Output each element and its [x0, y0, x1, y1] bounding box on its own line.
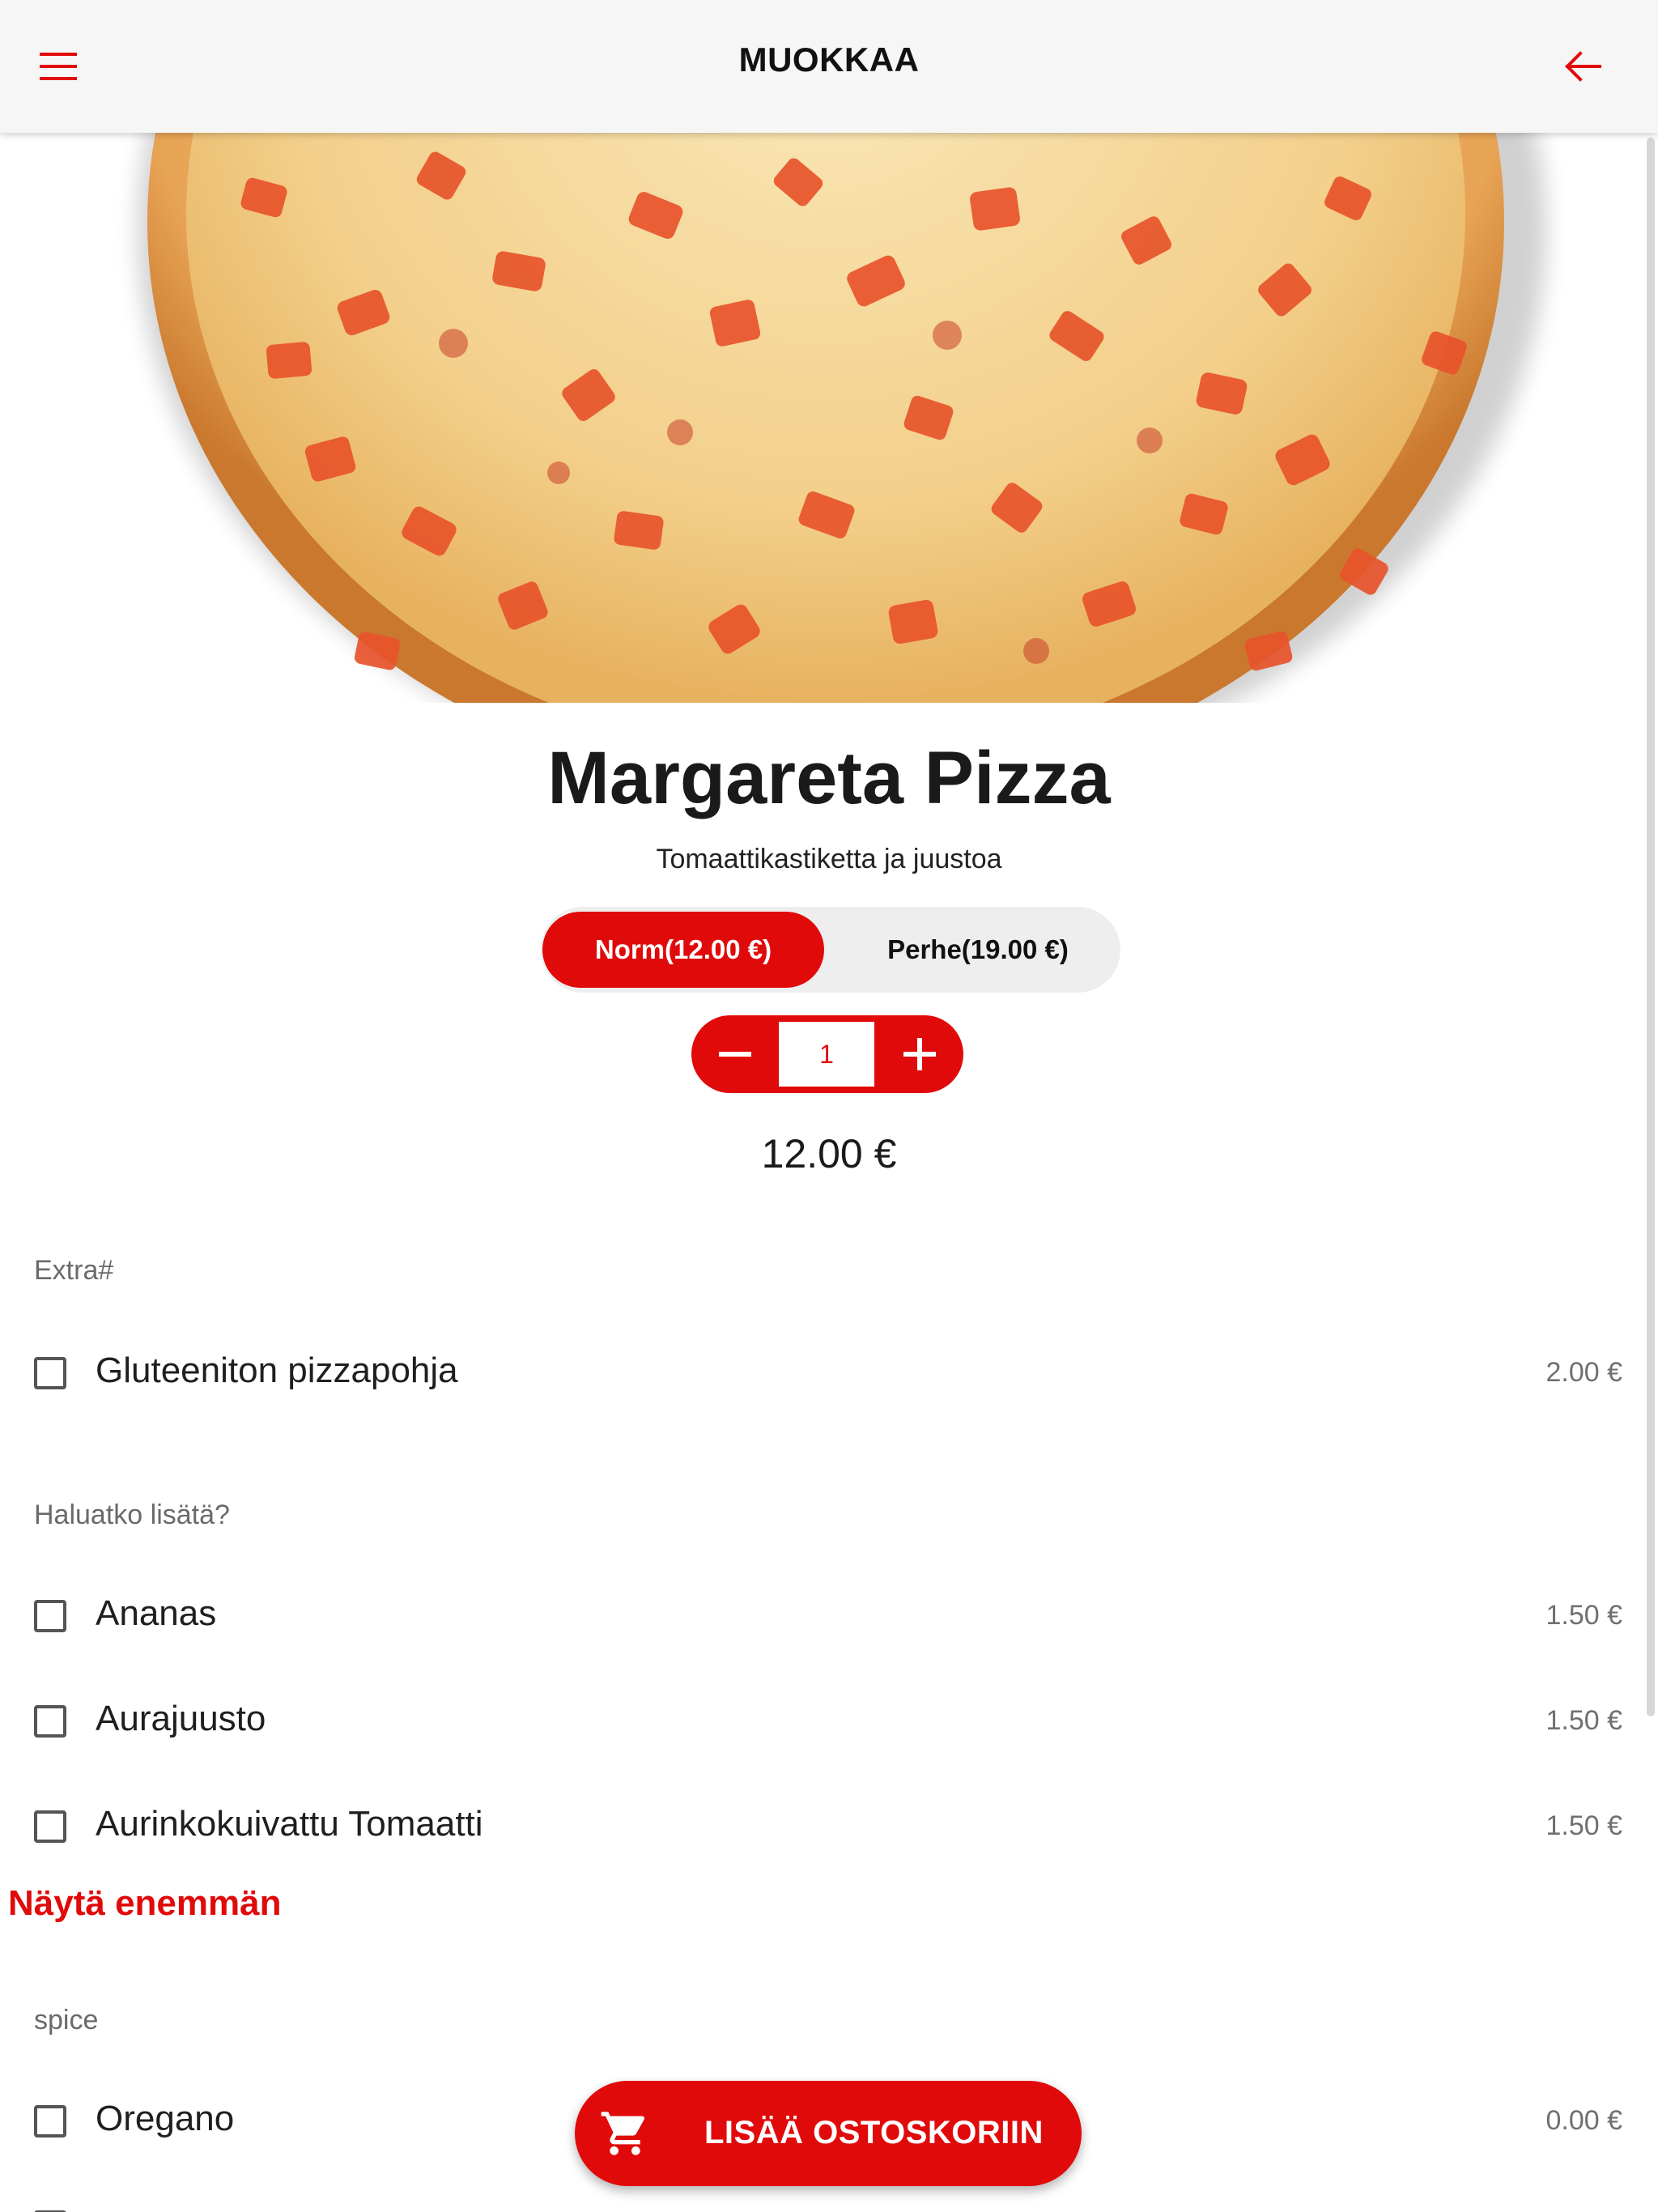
size-selector: Norm(12.00 €) Perhe(19.00 €)	[541, 907, 1120, 993]
option-row[interactable]	[0, 2193, 1658, 2212]
total-price: 12.00 €	[761, 1131, 897, 1176]
decrease-quantity-button[interactable]	[691, 1015, 779, 1093]
plus-icon	[903, 1038, 936, 1070]
size-option-perhe[interactable]: Perhe(19.00 €)	[848, 912, 1107, 988]
option-name: Aurajuusto	[96, 1699, 266, 1738]
option-price: 1.50 €	[1545, 1705, 1622, 1736]
quantity-input[interactable]	[779, 1022, 874, 1087]
app-bar: MUOKKAA	[0, 0, 1658, 133]
group-label-extra: Extra#	[34, 1255, 114, 1286]
scrollbar[interactable]	[1647, 138, 1655, 1716]
option-row[interactable]: Gluteeniton pizzapohja 2.00 €	[0, 1339, 1658, 1412]
arrow-left-icon	[1565, 51, 1601, 82]
add-to-cart-label: LISÄÄ OSTOSKORIIN	[704, 2115, 1044, 2150]
option-row[interactable]: Aurinkokuivattu Tomaatti 1.50 €	[0, 1793, 1658, 1865]
pizza-illustration	[138, 133, 1546, 703]
option-name: Oregano	[96, 2099, 235, 2138]
product-image	[0, 133, 1658, 703]
option-name: Gluteeniton pizzapohja	[96, 1351, 458, 1390]
option-price: 1.50 €	[1545, 1600, 1622, 1631]
option-price: 0.00 €	[1545, 2105, 1622, 2136]
option-row[interactable]: Ananas 1.50 €	[0, 1582, 1658, 1655]
option-price: 1.50 €	[1545, 1810, 1622, 1841]
option-name: Ananas	[96, 1593, 217, 1633]
option-name: Aurinkokuivattu Tomaatti	[96, 1804, 483, 1844]
option-price: 2.00 €	[1545, 1357, 1622, 1388]
group-label-haluatko: Haluatko lisätä?	[34, 1499, 230, 1530]
group-label-spice: spice	[34, 2005, 99, 2035]
option-checkbox[interactable]	[34, 2105, 66, 2138]
back-button[interactable]	[1553, 37, 1611, 96]
add-to-cart-button[interactable]: LISÄÄ OSTOSKORIIN	[575, 2081, 1082, 2186]
show-more-link[interactable]: Näytä enemmän	[8, 1883, 281, 1924]
increase-quantity-button[interactable]	[876, 1015, 963, 1093]
app-root: MUOKKAA Margareta Pizza Tomaattikastiket…	[0, 0, 1658, 2212]
shopping-cart-icon	[601, 2112, 645, 2155]
option-checkbox[interactable]	[34, 1357, 66, 1389]
option-checkbox[interactable]	[34, 1705, 66, 1738]
option-checkbox[interactable]	[34, 1600, 66, 1632]
option-row[interactable]: Aurajuusto 1.50 €	[0, 1687, 1658, 1760]
product-description: Tomaattikastiketta ja juustoa	[656, 844, 1002, 874]
minus-icon	[719, 1052, 751, 1057]
quantity-stepper	[691, 1015, 963, 1093]
product-name: Margareta Pizza	[547, 737, 1111, 819]
size-option-norm[interactable]: Norm(12.00 €)	[542, 912, 824, 988]
option-checkbox[interactable]	[34, 1810, 66, 1843]
page-title: MUOKKAA	[738, 40, 920, 79]
